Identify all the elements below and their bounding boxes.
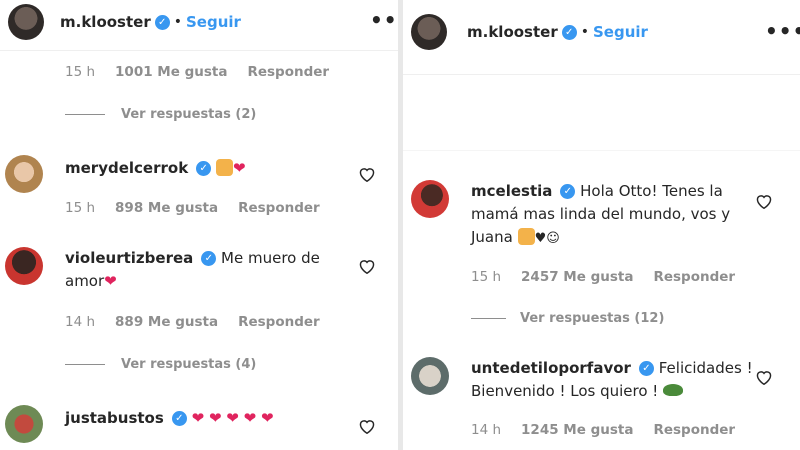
commenter-username[interactable]: justabustos (65, 409, 164, 427)
comment-body: untedetiloporfavor ✓ Felicidades ! Bienve… (471, 357, 756, 403)
view-replies-label: Ver respuestas (4) (121, 357, 257, 372)
comment-meta: 14 h 889 Me gusta Responder (65, 314, 320, 330)
left-post-panel: m.klooster ✓ • Seguir ••• 15 h 1001 Me g… (0, 0, 398, 450)
comment-time: 15 h (471, 269, 502, 285)
scroll-fade (0, 55, 398, 65)
verified-icon: ✓ (638, 361, 654, 376)
commenter-username[interactable]: merydelcerrok (65, 159, 188, 177)
sparkling-heart-emoji-icon: ❤ (208, 409, 222, 427)
follow-button[interactable]: Seguir (593, 23, 648, 41)
verified-icon: ✓ (201, 251, 217, 266)
smile-emoji-icon: ☺ (546, 231, 560, 246)
replies-line (471, 318, 506, 319)
comment-meta: 15 h 898 Me gusta Responder (65, 200, 320, 216)
view-replies-label: Ver respuestas (2) (121, 107, 257, 122)
comment-meta: 14 h 1245 Me gusta Responder (471, 422, 735, 438)
replies-line (65, 364, 105, 365)
comment-item: untedetiloporfavor ✓ Felicidades ! Bienve… (411, 357, 756, 403)
right-post-panel: m.klooster ✓ • Seguir ••• mcelestia✓ Hol… (403, 0, 800, 450)
turtle-emoji-icon (663, 384, 684, 396)
comment-body: mcelestia ✓ Hola Otto! Tenes la mamá mas … (471, 180, 756, 250)
reply-button[interactable]: Responder (238, 314, 320, 330)
author-avatar[interactable] (8, 4, 44, 40)
heart-outline-icon[interactable] (358, 166, 376, 182)
commenter-username[interactable]: violeurtizberea (65, 249, 193, 267)
comment-item: justabustos ✓ ❤ ❤ ❤ ❤ ❤ (5, 405, 274, 443)
black-heart-emoji-icon: ♥ (534, 231, 547, 246)
heart-outline-icon[interactable] (358, 418, 376, 434)
view-replies-button[interactable]: Ver respuestas (12) (471, 311, 664, 326)
comment-item: merydelcerrok ✓ ❤ (5, 155, 246, 193)
post-header: m.klooster ✓ • Seguir (403, 10, 800, 54)
section-divider (403, 150, 800, 151)
comment-body: violeurtizberea ✓ Me muero de amor❤ (65, 247, 345, 293)
sparkling-heart-emoji-icon: ❤ (226, 409, 239, 427)
view-replies-label: Ver respuestas (12) (520, 311, 665, 326)
more-options-icon[interactable]: ••• (765, 19, 800, 43)
follow-button[interactable]: Seguir (186, 13, 241, 31)
red-heart-emoji-icon: ❤ (104, 272, 117, 290)
reply-button[interactable]: Responder (247, 64, 329, 80)
separator-dot: • (173, 14, 182, 30)
comment-time: 15 h (65, 200, 96, 216)
commenter-username[interactable]: untedetiloporfavor (471, 359, 631, 377)
verified-icon: ✓ (154, 14, 170, 30)
heart-outline-icon[interactable] (755, 193, 773, 209)
comment-time: 14 h (471, 422, 502, 438)
comment-time: 14 h (65, 314, 96, 330)
author-username[interactable]: m.klooster (60, 13, 151, 31)
like-count-button[interactable]: 2457 Me gusta (521, 269, 633, 285)
raised-hands-emoji-icon (215, 159, 233, 176)
comment-body: justabustos ✓ ❤ ❤ ❤ ❤ ❤ (65, 407, 274, 430)
raised-hands-emoji-icon (517, 228, 535, 245)
comment-body: merydelcerrok ✓ ❤ (65, 157, 246, 180)
commenter-avatar[interactable] (411, 180, 449, 218)
verified-icon: ✓ (560, 184, 576, 199)
more-options-icon[interactable]: ••• (370, 8, 398, 32)
heart-outline-icon[interactable] (358, 258, 376, 274)
sparkling-heart-emoji-icon: ❤ (243, 409, 257, 427)
red-heart-emoji-icon: ❤ (232, 159, 246, 177)
reply-button[interactable]: Responder (653, 269, 735, 285)
like-count-button[interactable]: 1245 Me gusta (521, 422, 633, 438)
comment-meta: 15 h 1001 Me gusta Responder (65, 64, 329, 80)
comment-meta: 15 h 2457 Me gusta Responder (471, 269, 735, 285)
sparkling-heart-emoji-icon: ❤ (261, 409, 274, 427)
header-divider (403, 74, 800, 75)
commenter-avatar[interactable] (5, 247, 43, 285)
view-replies-button[interactable]: Ver respuestas (4) (65, 357, 256, 372)
like-count-button[interactable]: 1001 Me gusta (115, 64, 227, 80)
verified-icon: ✓ (171, 411, 187, 426)
comment-time: 15 h (65, 64, 96, 80)
comment-item: mcelestia ✓ Hola Otto! Tenes la mamá mas … (411, 180, 756, 250)
heart-outline-icon[interactable] (755, 369, 773, 385)
verified-icon: ✓ (561, 24, 577, 40)
like-count-button[interactable]: 889 Me gusta (115, 314, 218, 330)
reply-button[interactable]: Responder (238, 200, 320, 216)
view-replies-button[interactable]: Ver respuestas (2) (65, 107, 256, 122)
replies-line (65, 114, 105, 115)
verified-icon: ✓ (196, 161, 212, 176)
commenter-avatar[interactable] (5, 155, 43, 193)
commenter-avatar[interactable] (411, 357, 449, 395)
post-header: m.klooster ✓ • Seguir (0, 0, 398, 44)
comment-item: violeurtizberea ✓ Me muero de amor❤ (5, 247, 345, 293)
commenter-avatar[interactable] (5, 405, 43, 443)
commenter-username[interactable]: mcelestia (471, 182, 552, 200)
author-username[interactable]: m.klooster (467, 23, 558, 41)
separator-dot: • (580, 24, 589, 40)
reply-button[interactable]: Responder (653, 422, 735, 438)
header-divider (0, 50, 398, 51)
like-count-button[interactable]: 898 Me gusta (115, 200, 218, 216)
sparkling-heart-emoji-icon: ❤ (191, 409, 205, 427)
author-avatar[interactable] (411, 14, 447, 50)
